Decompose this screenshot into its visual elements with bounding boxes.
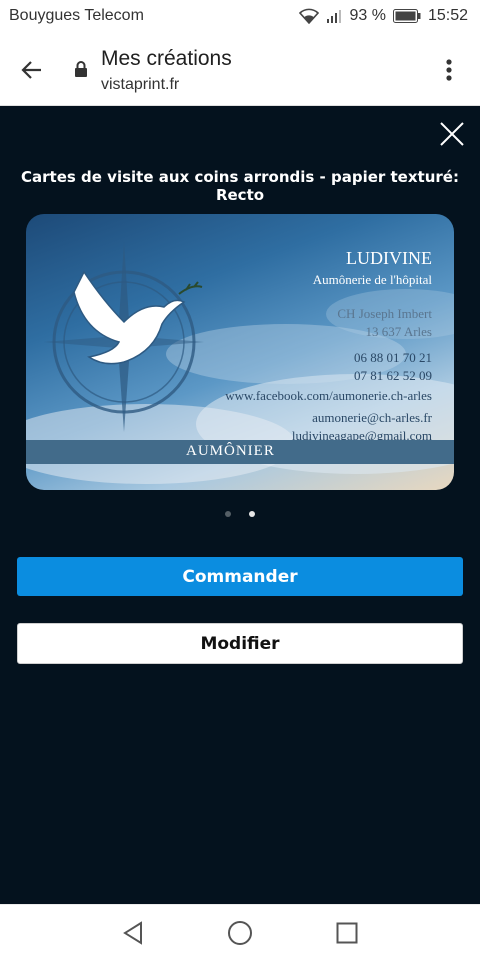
card-phone2: 07 81 62 52 09 bbox=[354, 368, 432, 383]
system-nav-bar bbox=[0, 904, 480, 960]
page-title: Mes créations bbox=[101, 47, 232, 70]
nav-recents-button[interactable] bbox=[327, 913, 367, 953]
status-bar: Bouygues Telecom 93 % 15:52 bbox=[0, 0, 480, 32]
preview-viewer: Cartes de visite aux coins arrondis - pa… bbox=[0, 106, 480, 904]
arrow-left-icon bbox=[21, 61, 41, 79]
card-subtitle: Aumônerie de l'hôpital bbox=[312, 272, 432, 287]
page-url[interactable]: vistaprint.fr bbox=[101, 76, 179, 94]
more-vertical-icon bbox=[446, 59, 452, 81]
card-website: www.facebook.com/aumonerie.ch-arles bbox=[225, 388, 432, 403]
order-button[interactable]: Commander bbox=[17, 557, 463, 596]
close-icon bbox=[440, 122, 464, 146]
product-heading: Cartes de visite aux coins arrondis - pa… bbox=[21, 168, 459, 204]
lock-icon bbox=[74, 60, 88, 83]
back-button[interactable] bbox=[14, 52, 50, 88]
card-band-label: AUMÔNIER bbox=[186, 443, 275, 459]
pager-dot-active[interactable] bbox=[249, 511, 255, 517]
status-indicators: 93 % 15:52 bbox=[299, 7, 468, 25]
battery-icon bbox=[392, 9, 421, 23]
circle-home-icon bbox=[227, 920, 252, 945]
business-card-preview[interactable]: LUDIVINE Aumônerie de l'hôpital CH Josep… bbox=[26, 214, 454, 490]
dove-compass-emblem bbox=[44, 242, 204, 432]
nav-back-button[interactable] bbox=[113, 913, 153, 953]
triangle-back-icon bbox=[123, 920, 143, 945]
card-name: LUDIVINE bbox=[346, 248, 432, 268]
card-address-line2: 13 637 Arles bbox=[365, 324, 432, 339]
overflow-menu-button[interactable] bbox=[434, 54, 464, 86]
square-recents-icon bbox=[336, 922, 358, 943]
signal-icon bbox=[326, 9, 342, 23]
edit-button[interactable]: Modifier bbox=[17, 623, 463, 664]
browser-header: Mes créations vistaprint.fr bbox=[0, 32, 480, 106]
card-email1: aumonerie@ch-arles.fr bbox=[312, 410, 432, 425]
card-address-line1: CH Joseph Imbert bbox=[337, 306, 432, 321]
clock: 15:52 bbox=[427, 7, 468, 24]
carrier-name: Bouygues Telecom bbox=[9, 7, 144, 24]
wifi-icon bbox=[299, 8, 320, 24]
pager-dot-front[interactable] bbox=[225, 511, 231, 517]
battery-percent: 93 % bbox=[349, 7, 386, 24]
nav-home-button[interactable] bbox=[220, 913, 260, 953]
carousel-pager bbox=[0, 511, 480, 517]
close-button[interactable] bbox=[438, 120, 466, 148]
card-phone1: 06 88 01 70 21 bbox=[354, 350, 432, 365]
